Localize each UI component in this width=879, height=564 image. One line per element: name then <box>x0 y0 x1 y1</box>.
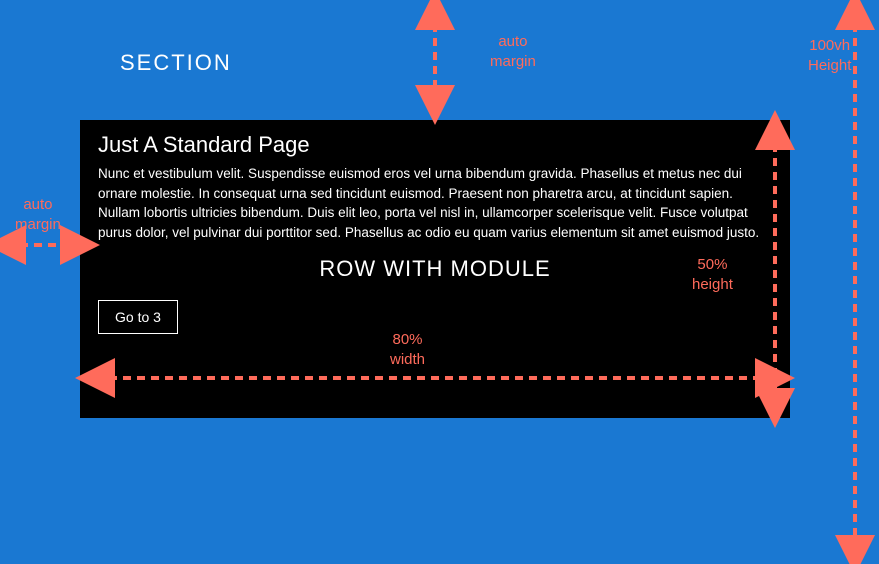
module-body-text: Nunc et vestibulum velit. Suspendisse eu… <box>98 164 772 242</box>
module-heading: Just A Standard Page <box>98 132 772 158</box>
height-annotation: 50% height <box>692 255 733 294</box>
margin-word-left: margin <box>15 216 61 233</box>
height-percent: 50% <box>697 256 727 273</box>
go-to-3-button[interactable]: Go to 3 <box>98 300 178 334</box>
auto-margin-top-annotation: auto margin <box>490 32 536 71</box>
auto-word-left: auto <box>23 196 52 213</box>
width-percent: 80% <box>393 331 423 348</box>
section-label: SECTION <box>120 50 232 76</box>
margin-word-top: margin <box>490 53 536 70</box>
vh-annotation: 100vh Height <box>808 36 851 75</box>
height-word: height <box>692 276 733 293</box>
auto-margin-left-annotation: auto margin <box>15 195 61 234</box>
vh-word: Height <box>808 57 851 74</box>
vh-label: 100vh <box>809 37 850 54</box>
row-module: Just A Standard Page Nunc et vestibulum … <box>80 120 790 418</box>
row-with-module-label: ROW WITH MODULE <box>98 256 772 282</box>
width-annotation: 80% width <box>390 330 425 369</box>
auto-word-top: auto <box>498 33 527 50</box>
width-word: width <box>390 351 425 368</box>
